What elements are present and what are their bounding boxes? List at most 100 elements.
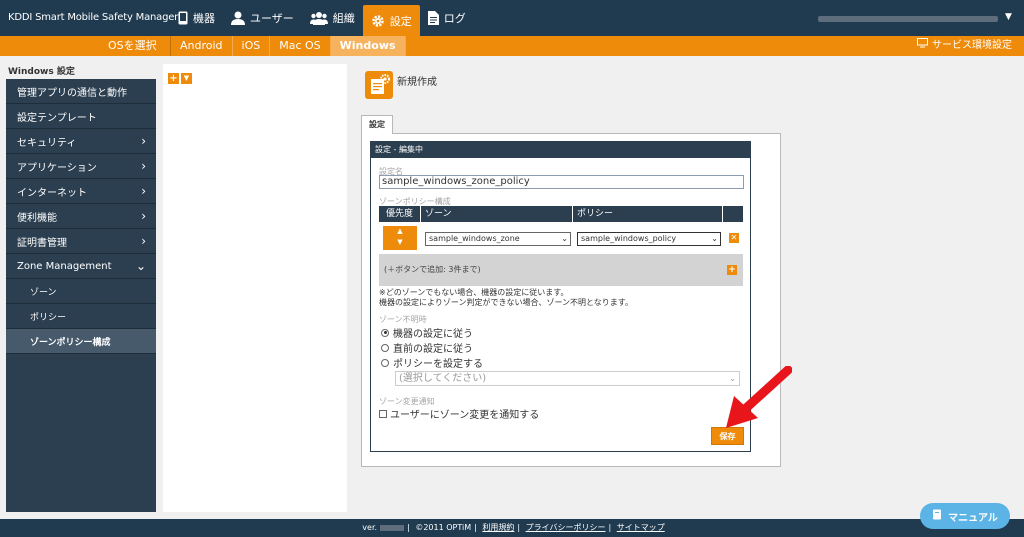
add-icon[interactable]: + <box>168 73 179 84</box>
service-settings-label: サービス環境設定 <box>932 40 1012 51</box>
gear-icon <box>371 14 385 28</box>
sidebar: 管理アプリの通信と動作 設定テンプレート セキュリティ › アプリケーション › イ… <box>6 79 156 512</box>
sidebar-item-label: 証明書管理 <box>17 237 67 249</box>
phone-icon <box>178 11 188 25</box>
chevron-right-icon: › <box>141 234 146 248</box>
zone-unknown-label: ゾーン不明時 <box>379 315 427 324</box>
radio-set-policy[interactable]: ポリシーを設定する <box>381 355 483 370</box>
policy-select-value: sample_windows_policy <box>581 234 677 243</box>
zone-select-value: sample_windows_zone <box>429 234 520 243</box>
service-settings-link[interactable]: サービス環境設定 <box>917 36 1012 56</box>
top-bar: KDDI Smart Mobile Safety Manager 機器 ユーザー… <box>0 0 1024 36</box>
zone-select[interactable]: sample_windows_zone ⌄ <box>425 232 571 246</box>
delete-row-icon[interactable]: ✕ <box>729 233 739 243</box>
red-arrow-annotation <box>726 366 792 428</box>
tab-ios[interactable]: iOS <box>233 36 271 56</box>
radio-follow-previous[interactable]: 直前の設定に従う <box>381 340 473 355</box>
chevron-down-icon: ⌄ <box>561 234 568 243</box>
radio-button[interactable] <box>381 358 389 367</box>
sidebar-item-label: Zone Management <box>17 260 112 272</box>
app-title: KDDI Smart Mobile Safety Manager <box>8 12 179 23</box>
sidebar-item-app-comm[interactable]: 管理アプリの通信と動作 <box>6 79 156 104</box>
sidebar-subitem-zone-policy[interactable]: ゾーンポリシー構成 <box>6 329 156 354</box>
table-row: ▲ ▼ sample_windows_zone ⌄ sample_windows… <box>379 222 743 254</box>
sidebar-item-internet[interactable]: インターネット › <box>6 179 156 204</box>
sidebar-item-applications[interactable]: アプリケーション › <box>6 154 156 179</box>
tree-panel: + ▼ <box>163 64 347 512</box>
dropdown-caret-icon[interactable]: ▼ <box>181 73 192 84</box>
sidebar-subitem-policy[interactable]: ポリシー <box>6 304 156 329</box>
tab-windows[interactable]: Windows <box>330 36 406 56</box>
document-icon <box>427 11 439 25</box>
version-redacted <box>380 524 405 531</box>
edit-box-header: 設定 - 編集中 <box>371 142 750 158</box>
policy-select[interactable]: sample_windows_policy ⌄ <box>577 232 721 246</box>
privacy-link[interactable]: プライバシーポリシー <box>523 523 609 532</box>
account-name-redacted[interactable] <box>818 16 998 22</box>
arrow-down-icon[interactable]: ▼ <box>383 237 417 248</box>
radio-label: ポリシーを設定する <box>393 359 483 370</box>
nav-devices-label: 機器 <box>193 12 215 25</box>
header-policy: ポリシー <box>573 206 723 222</box>
sidebar-item-utilities[interactable]: 便利機能 › <box>6 204 156 229</box>
manual-label: マニュアル <box>948 512 998 524</box>
nav-settings[interactable]: 設定 <box>362 5 420 36</box>
nav-logs-label: ログ <box>443 12 466 25</box>
page-title: 新規作成 <box>397 77 437 88</box>
version-label: ver. <box>356 523 407 532</box>
nav-logs[interactable]: ログ <box>420 0 474 36</box>
unknown-policy-select[interactable]: (選択してください) ⌄ <box>395 371 740 386</box>
radio-button[interactable] <box>381 343 389 352</box>
notify-label: ユーザーにゾーン変更を通知する <box>390 410 540 421</box>
sidebar-item-certificates[interactable]: 証明書管理 › <box>6 229 156 254</box>
sidebar-item-label: 管理アプリの通信と動作 <box>17 87 127 99</box>
account-dropdown-caret-icon[interactable]: ▼ <box>1005 12 1012 22</box>
chevron-right-icon: › <box>141 184 146 198</box>
os-tabs: Android iOS Mac OS Windows <box>170 36 406 56</box>
sidebar-item-label: 設定テンプレート <box>17 112 97 124</box>
chevron-down-icon: ⌄ <box>135 259 146 273</box>
nav-organization-label: 組織 <box>332 12 355 25</box>
book-icon <box>932 509 942 523</box>
tab-settings[interactable]: 設定 <box>361 115 393 134</box>
sidebar-item-label: インターネット <box>17 187 87 199</box>
tab-macos[interactable]: Mac OS <box>270 36 331 56</box>
notify-checkbox[interactable] <box>379 409 387 418</box>
notify-checkbox-row[interactable]: ユーザーにゾーン変更を通知する <box>379 406 539 421</box>
nav-devices[interactable]: 機器 <box>170 0 223 36</box>
copyright: ©2011 OPTiM <box>415 523 472 532</box>
manual-button[interactable]: マニュアル <box>920 503 1010 529</box>
zone-policy-table: 優先度 ゾーン ポリシー ▲ ▼ sample_windows_zone ⌄ s… <box>379 206 743 286</box>
sitemap-link[interactable]: サイトマップ <box>614 523 668 532</box>
nav-organization[interactable]: 組織 <box>302 0 363 36</box>
sidebar-item-zone-management[interactable]: Zone Management ⌄ <box>6 254 156 279</box>
nav-settings-label: 設定 <box>389 14 412 28</box>
radio-label: 直前の設定に従う <box>393 344 473 355</box>
add-row: (＋ボタンで追加: 3件まで) + <box>379 254 743 286</box>
os-bar: OSを選択 Android iOS Mac OS Windows サービス環境設… <box>0 36 1024 56</box>
radio-label: 機器の設定に従う <box>393 329 473 340</box>
radio-button[interactable] <box>381 328 389 337</box>
priority-stepper[interactable]: ▲ ▼ <box>383 226 417 250</box>
os-select-button[interactable]: OSを選択 <box>96 36 169 56</box>
monitor-icon <box>917 36 928 56</box>
sidebar-item-templates[interactable]: 設定テンプレート <box>6 104 156 129</box>
terms-link[interactable]: 利用規約 <box>479 523 517 532</box>
edit-box: 設定 - 編集中 設定名 sample_windows_zone_policy … <box>370 141 751 452</box>
unknown-policy-placeholder: (選択してください) <box>399 373 487 384</box>
add-row-icon[interactable]: + <box>727 265 737 275</box>
sidebar-item-security[interactable]: セキュリティ › <box>6 129 156 154</box>
tab-android[interactable]: Android <box>171 36 233 56</box>
sidebar-subitem-zone[interactable]: ゾーン <box>6 279 156 304</box>
sidebar-item-label: 便利機能 <box>17 212 57 224</box>
arrow-up-icon[interactable]: ▲ <box>383 226 417 237</box>
chevron-down-icon: ⌄ <box>711 234 718 243</box>
header-priority: 優先度 <box>379 206 421 222</box>
footer: ver. | ©2011 OPTiM | 利用規約 | プライバシーポリシー | サイト… <box>0 519 1024 537</box>
main-nav: 機器 ユーザー 組織 設定 ログ <box>170 0 474 36</box>
nav-users-label: ユーザー <box>250 12 294 25</box>
settings-name-input[interactable]: sample_windows_zone_policy <box>379 175 744 189</box>
nav-users[interactable]: ユーザー <box>223 0 302 36</box>
radio-follow-device[interactable]: 機器の設定に従う <box>381 325 473 340</box>
note-line-1: ※どのゾーンでもない場合、機器の設定に従います。 <box>379 288 569 297</box>
